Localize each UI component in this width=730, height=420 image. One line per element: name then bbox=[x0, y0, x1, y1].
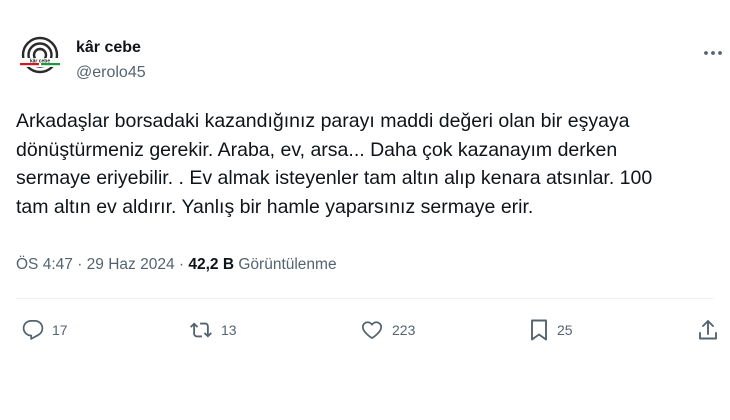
reply-button[interactable]: 17 bbox=[22, 316, 68, 344]
author-name[interactable]: kâr cebe bbox=[76, 38, 141, 58]
retweet-count: 13 bbox=[221, 322, 237, 338]
tweet-date[interactable]: 29 Haz 2024 bbox=[87, 256, 175, 273]
tweet-text-line: tam altın ev aldırır. Yanlış bir hamle y… bbox=[16, 195, 534, 218]
meta-separator: · bbox=[178, 256, 185, 273]
tweet-text-line: sermaye eriyebilir. . Ev almak isteyenle… bbox=[16, 167, 653, 189]
retweet-button[interactable]: 13 bbox=[189, 316, 237, 344]
divider bbox=[16, 298, 714, 299]
avatar-logo-text: kâr cebe bbox=[30, 59, 51, 65]
reply-icon bbox=[22, 319, 44, 340]
like-count: 223 bbox=[392, 322, 416, 338]
avatar[interactable]: kâr cebe bbox=[16, 34, 64, 82]
tweet-text-line: Arkadaşlar borsadaki kazandığınız parayı… bbox=[16, 110, 630, 132]
more-horizontal-icon bbox=[704, 51, 722, 55]
more-options-button[interactable] bbox=[700, 40, 726, 66]
share-button[interactable] bbox=[697, 316, 719, 344]
bookmark-button[interactable]: 25 bbox=[529, 316, 573, 344]
action-bar: 17 13 223 25 bbox=[0, 316, 730, 344]
tweet-card: kâr cebe kâr cebe @erolo45 Arkadaşlar bo… bbox=[0, 0, 730, 420]
target-logo-icon: kâr cebe bbox=[17, 35, 63, 81]
reply-count: 17 bbox=[52, 322, 68, 338]
bookmark-icon bbox=[531, 319, 547, 341]
bookmark-count: 25 bbox=[557, 322, 573, 338]
tweet-meta: ÖS 4:47 · 29 Haz 2024 · 42,2 B Görüntüle… bbox=[16, 255, 337, 275]
tweet-text-line: dönüştürmeniz gerekir. Araba, ev, arsa..… bbox=[16, 138, 618, 161]
meta-separator: · bbox=[77, 256, 83, 273]
share-icon bbox=[699, 320, 717, 340]
views-label: Görüntülenme bbox=[238, 256, 337, 273]
retweet-icon bbox=[190, 322, 212, 338]
views-count: 42,2 B bbox=[188, 256, 235, 273]
like-button[interactable]: 223 bbox=[360, 316, 415, 344]
author-handle[interactable]: @erolo45 bbox=[76, 63, 146, 83]
tweet-text: Arkadaşlar borsadaki kazandığınız parayı… bbox=[16, 107, 716, 221]
tweet-time[interactable]: ÖS 4:47 bbox=[16, 256, 73, 273]
heart-icon bbox=[361, 321, 383, 339]
